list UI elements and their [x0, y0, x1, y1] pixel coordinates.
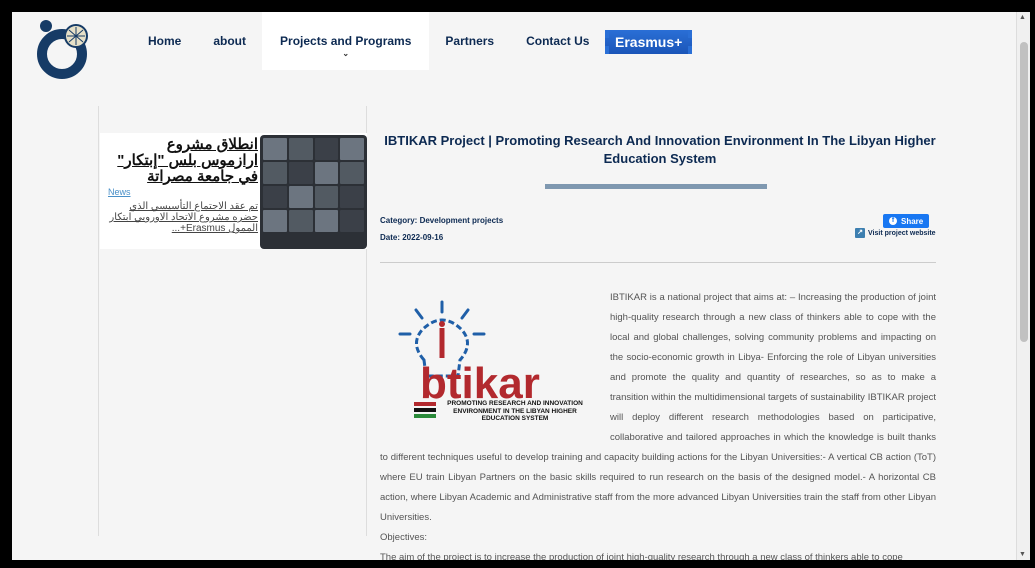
- article-date: Date: 2022-09-16: [380, 233, 444, 242]
- nav-partners[interactable]: Partners: [429, 12, 510, 70]
- facebook-icon: f: [889, 217, 897, 225]
- nav-contact[interactable]: Contact Us: [510, 12, 605, 70]
- news-excerpt[interactable]: تم عقد الاجتماع التأسيسي الذي حضره مشروع…: [108, 201, 258, 234]
- news-card[interactable]: انطلاق مشروع ارازموس بلس "إبتكار" في جام…: [100, 133, 367, 249]
- external-link-icon: ↗: [855, 228, 865, 238]
- news-text: انطلاق مشروع ارازموس بلس "إبتكار" في جام…: [108, 137, 258, 235]
- scroll-thumb[interactable]: [1020, 42, 1028, 342]
- nav-about[interactable]: about: [197, 12, 262, 70]
- share-label: Share: [901, 216, 924, 226]
- nav-projects-programs[interactable]: Projects and Programs ⌄: [262, 12, 430, 70]
- visit-label: Visit project website: [868, 229, 936, 237]
- erasmus-logo[interactable]: Erasmus+: [605, 30, 693, 54]
- objectives-label: Objectives:: [380, 532, 427, 543]
- article-body: btikar PROMOTING RESEARCH AND INNOVATION…: [380, 288, 936, 560]
- article: IBTIKAR Project | Promoting Research And…: [380, 106, 940, 560]
- divider: [380, 262, 936, 263]
- ibtikar-logo: btikar PROMOTING RESEARCH AND INNOVATION…: [398, 300, 583, 422]
- site-logo[interactable]: [34, 14, 94, 80]
- visit-project-link[interactable]: ↗ Visit project website: [855, 228, 936, 238]
- browser-viewport: Home about Projects and Programs ⌄ Partn…: [12, 12, 1020, 560]
- ibtikar-tagline: PROMOTING RESEARCH AND INNOVATION ENVIRO…: [447, 400, 583, 422]
- main-nav: Home about Projects and Programs ⌄ Partn…: [132, 12, 605, 70]
- article-paragraph-2: The aim of the project is to increase th…: [380, 552, 903, 560]
- article-title: IBTIKAR Project | Promoting Research And…: [384, 133, 936, 166]
- scroll-up-arrow-icon[interactable]: ▲: [1019, 14, 1026, 21]
- facebook-share-button[interactable]: f Share: [883, 214, 930, 228]
- article-category: Category: Development projects: [380, 216, 504, 225]
- scrollbar[interactable]: ▲ ▼: [1016, 12, 1030, 560]
- article-meta: Category: Development projects Date: 202…: [380, 216, 503, 250]
- nav-projects-label: Projects and Programs: [280, 34, 412, 48]
- news-title[interactable]: انطلاق مشروع ارازموس بلس "إبتكار" في جام…: [108, 137, 258, 185]
- scroll-down-arrow-icon[interactable]: ▼: [1019, 551, 1026, 558]
- chevron-down-icon: ⌄: [342, 49, 350, 58]
- title-divider: [545, 184, 767, 189]
- news-thumbnail[interactable]: [260, 135, 367, 249]
- nav-home[interactable]: Home: [132, 12, 197, 70]
- news-category[interactable]: News: [108, 187, 258, 197]
